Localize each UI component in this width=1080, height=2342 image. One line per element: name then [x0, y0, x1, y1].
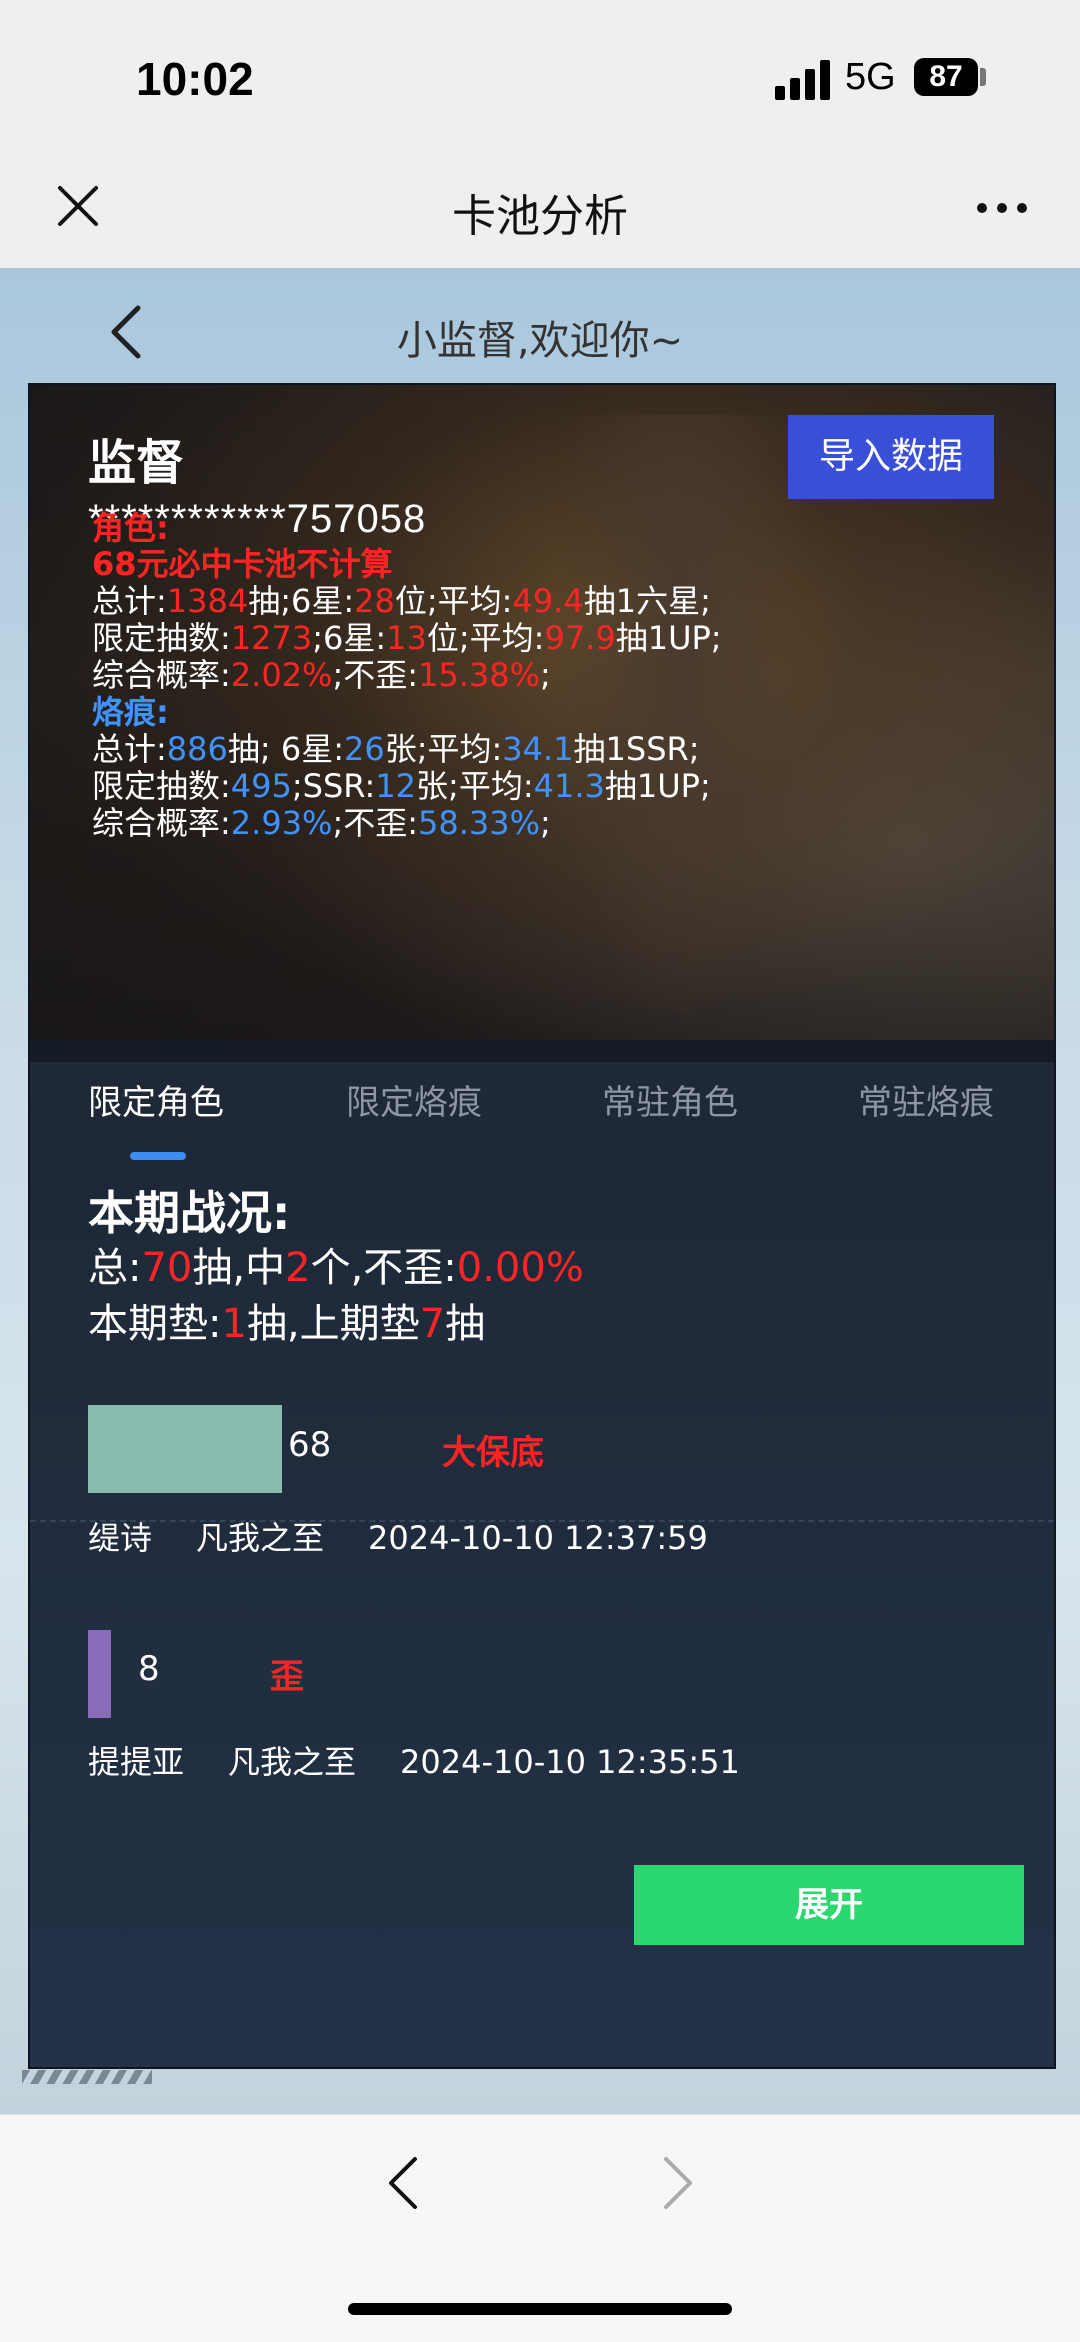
signal-icon: [775, 58, 831, 100]
label: 抽1UP;: [615, 619, 722, 657]
decorative-stripes: [22, 2070, 152, 2084]
welcome-text: 小监督,欢迎你~: [396, 318, 684, 364]
current-pity: 1: [221, 1301, 247, 1347]
current-title: 本期战况:: [88, 1186, 291, 1240]
user-name: 监督: [88, 435, 185, 491]
tab-standard-role[interactable]: 常驻角色: [602, 1075, 738, 1124]
app-nav-bar: 卡池分析: [0, 160, 1080, 268]
tab-standard-brand[interactable]: 常驻烙痕: [858, 1075, 994, 1124]
current-pulls: 70: [141, 1245, 193, 1291]
current-summary-line: 总:70抽,中2个,不歪:0.00%: [88, 1235, 584, 1293]
more-icon[interactable]: [976, 202, 1028, 214]
record-character: 提提亚: [88, 1743, 185, 1781]
battery-tip: [980, 68, 986, 86]
page-title: 卡池分析: [452, 191, 628, 242]
record-tag: 大保底: [442, 1433, 544, 1473]
record-count: 8: [138, 1649, 160, 1689]
chevron-left-icon[interactable]: [385, 2155, 421, 2211]
tabs-divider: [30, 1040, 1054, 1062]
current-no-lose-rate: 0.00%: [456, 1245, 584, 1291]
label: 本期垫:: [88, 1301, 222, 1347]
label: ;不歪:: [332, 656, 419, 694]
analysis-panel: 监督 ************757058 导入数据 角色: 68元必中卡池不计…: [28, 383, 1056, 2069]
chevron-right-icon[interactable]: [660, 2155, 696, 2211]
import-data-button[interactable]: 导入数据: [788, 415, 994, 499]
record-time: 2024-10-10 12:35:51: [400, 1743, 740, 1781]
previous-pity: 7: [419, 1301, 446, 1347]
web-content: 小监督,欢迎你~ 监督 ************757058 导入数据 角色: …: [0, 268, 1080, 2114]
label: ;: [540, 804, 551, 842]
divider: [30, 1520, 1054, 1522]
record-character: 缇诗: [88, 1519, 153, 1557]
tab-limited-brand[interactable]: 限定烙痕: [346, 1075, 482, 1124]
network-label: 5G: [845, 56, 896, 98]
tab-limited-role[interactable]: 限定角色: [88, 1075, 224, 1124]
expand-button[interactable]: 展开: [634, 1865, 1024, 1945]
home-indicator: [348, 2303, 732, 2315]
role-no-lose-rate: 15.38%: [418, 656, 541, 694]
browser-bottom-bar: [0, 2114, 1080, 2342]
role-rate: 2.02%: [230, 656, 333, 694]
record-time: 2024-10-10 12:37:59: [368, 1519, 708, 1557]
label: 抽1UP;: [604, 767, 711, 805]
label: 抽,中: [192, 1245, 286, 1291]
record-tag: 歪: [270, 1657, 304, 1697]
tab-indicator: [130, 1152, 186, 1160]
label: 个,不歪:: [310, 1245, 457, 1291]
hero-banner: 监督 ************757058 导入数据 角色: 68元必中卡池不计…: [30, 385, 1054, 1040]
label: 抽: [445, 1301, 486, 1347]
record-pool: 凡我之至: [228, 1743, 357, 1781]
web-header: 小监督,欢迎你~: [0, 268, 1080, 383]
record-pull-bar: [88, 1630, 111, 1718]
status-bar: 10:02 5G 87: [0, 0, 1080, 160]
label: ;: [540, 656, 551, 694]
pool-tabs: 限定角色 限定烙痕 常驻角色 常驻烙痕: [30, 1075, 1054, 1155]
label: ;不歪:: [332, 804, 419, 842]
label: 抽,上期垫: [246, 1301, 420, 1347]
record-pool: 凡我之至: [196, 1519, 325, 1557]
record-info: 提提亚 凡我之至 2024-10-10 12:35:51: [88, 1737, 784, 1783]
brand-rate-line: 综合概率:2.93%;不歪:58.33%;: [92, 798, 551, 844]
pity-line: 本期垫:1抽,上期垫7抽: [88, 1291, 485, 1349]
current-hits: 2: [285, 1245, 311, 1291]
record-count: 68: [288, 1425, 332, 1465]
record-pull-bar: [88, 1405, 282, 1493]
label: 总:: [88, 1245, 142, 1291]
label: 综合概率:: [92, 804, 231, 842]
brand-no-lose-rate: 58.33%: [418, 804, 541, 842]
status-time: 10:02: [136, 53, 254, 105]
brand-rate: 2.93%: [230, 804, 333, 842]
role-limited-average: 97.9: [544, 619, 616, 657]
battery-icon: 87: [914, 58, 978, 96]
